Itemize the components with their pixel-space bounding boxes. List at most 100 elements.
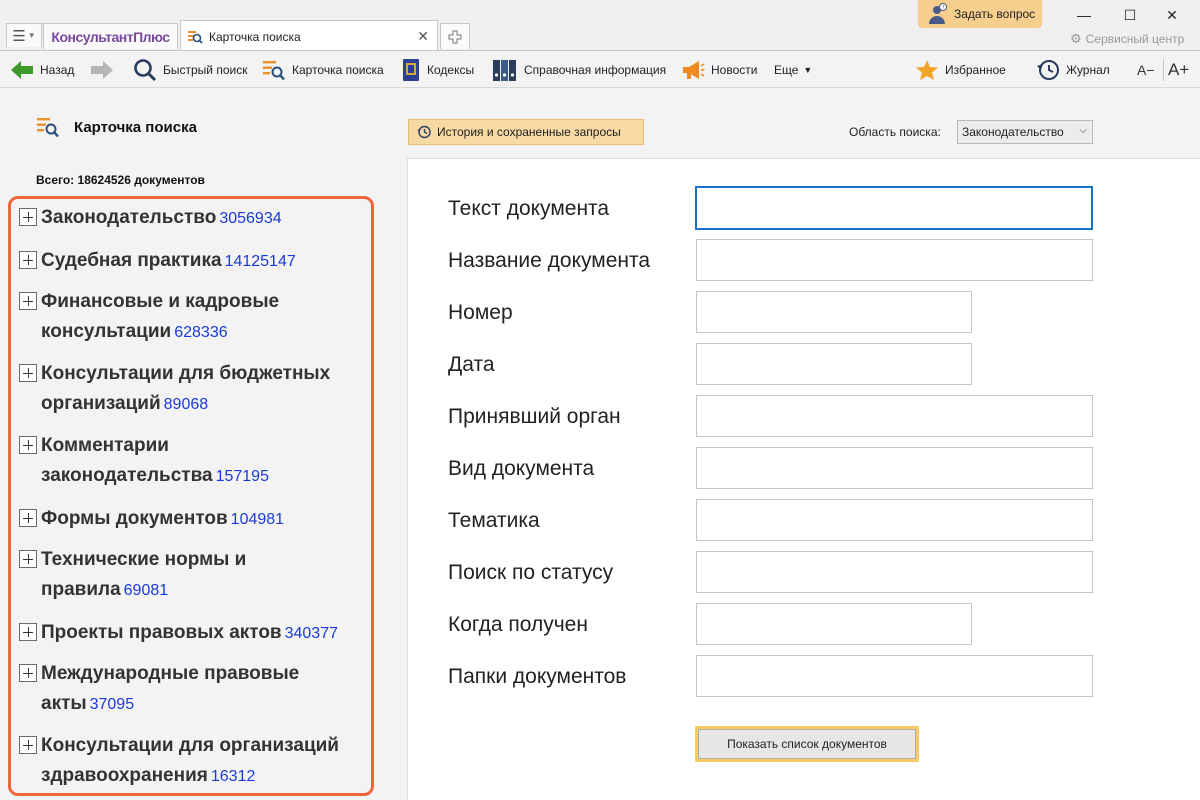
- total-documents: Всего: 18624526 документов: [36, 173, 205, 187]
- search-card-button[interactable]: Карточка поиска: [262, 51, 384, 89]
- codes-button[interactable]: Кодексы: [401, 51, 474, 89]
- plus-icon: [448, 30, 462, 43]
- field-label-received-date: Когда получен: [448, 613, 588, 636]
- categories-panel: Карточка поиска Всего: 18624526 документ…: [0, 88, 392, 800]
- history-saved-queries-button[interactable]: История и сохраненные запросы: [408, 119, 644, 145]
- service-center-link[interactable]: ⚙ Сервисный центр: [1070, 31, 1184, 47]
- topic-input[interactable]: [696, 499, 1093, 541]
- category-item[interactable]: Консультации для бюджетных организаций 89…: [17, 359, 369, 420]
- category-name-cont: организаций: [41, 393, 161, 414]
- categories-list: Законодательство 3056934 Судебная практик…: [8, 196, 374, 796]
- expand-plus-icon[interactable]: [19, 623, 37, 641]
- status-search-input[interactable]: [696, 551, 1093, 593]
- field-label-document-text: Текст документа: [448, 197, 610, 220]
- close-window-button[interactable]: ✕: [1152, 4, 1192, 26]
- category-name: Технические нормы и: [41, 549, 247, 570]
- font-decrease-button[interactable]: A−: [1137, 51, 1155, 89]
- tab-title: Карточка поиска: [209, 30, 301, 44]
- codes-label: Кодексы: [427, 63, 475, 77]
- search-area-select[interactable]: Законодательство ⌵: [957, 120, 1093, 144]
- category-name: Судебная практика: [41, 250, 222, 271]
- category-name: Международные правовые: [41, 663, 300, 684]
- toolbar-divider: [1163, 59, 1164, 81]
- expand-plus-icon[interactable]: [19, 251, 37, 269]
- document-title-input[interactable]: [696, 239, 1093, 281]
- megaphone-icon: [683, 61, 705, 79]
- tab-search-card[interactable]: Карточка поиска ✕: [180, 20, 438, 51]
- new-tab-button[interactable]: [440, 23, 470, 49]
- brand-logo: КонсультантПлюс: [51, 28, 170, 45]
- category-name-cont: законодательства: [41, 465, 213, 486]
- expand-plus-icon[interactable]: [19, 208, 37, 226]
- category-item[interactable]: Формы документов 104981: [17, 504, 369, 535]
- search-card-label: Карточка поиска: [292, 63, 384, 77]
- reference-info-button[interactable]: Справочная информация: [492, 51, 666, 89]
- date-input[interactable]: [696, 343, 972, 385]
- category-item[interactable]: Комментарии законодательства 157195: [17, 431, 369, 492]
- title-bar: ☰ ▼ КонсультантПлюс Карточка поиска ✕ ? З…: [0, 0, 1200, 51]
- document-folders-input[interactable]: [696, 655, 1093, 697]
- number-input[interactable]: [696, 291, 972, 333]
- field-label-topic: Тематика: [448, 509, 540, 532]
- document-type-input[interactable]: [696, 447, 1093, 489]
- category-count: 104981: [230, 511, 285, 528]
- more-menu-button[interactable]: Еще ▼: [774, 51, 812, 89]
- category-item[interactable]: Судебная практика 14125147: [17, 246, 369, 277]
- expand-plus-icon[interactable]: [19, 550, 37, 568]
- font-increase-button[interactable]: A+: [1168, 51, 1189, 89]
- news-label: Новости: [711, 63, 758, 77]
- category-name-cont: акты: [41, 693, 87, 714]
- received-date-input[interactable]: [696, 603, 972, 645]
- expand-plus-icon[interactable]: [19, 292, 37, 310]
- category-count: 16312: [210, 768, 256, 785]
- expand-plus-icon[interactable]: [19, 436, 37, 454]
- favorites-button[interactable]: Избранное: [915, 51, 1006, 89]
- expand-plus-icon[interactable]: [19, 664, 37, 682]
- expand-plus-icon[interactable]: [19, 509, 37, 527]
- category-name-cont: здравоохранения: [41, 765, 208, 786]
- category-name-cont: консультации: [41, 321, 172, 342]
- search-area-value: Законодательство: [962, 125, 1064, 139]
- search-card-icon: [263, 61, 285, 81]
- main-menu-button[interactable]: ☰ ▼: [6, 23, 42, 47]
- category-name: Законодательство: [41, 207, 217, 228]
- chevron-down-icon: ⌵: [1079, 125, 1087, 136]
- category-name: Консультации для организаций: [41, 735, 339, 756]
- back-button[interactable]: Назад: [10, 51, 74, 89]
- forward-button[interactable]: [90, 51, 120, 89]
- category-item[interactable]: Законодательство 3056934: [17, 203, 369, 234]
- show-documents-button[interactable]: Показать список документов: [695, 726, 919, 762]
- document-text-input[interactable]: [695, 186, 1093, 230]
- chevron-down-icon: ▼: [803, 65, 813, 75]
- reference-info-label: Справочная информация: [524, 63, 667, 77]
- field-label-document-title: Название документа: [448, 249, 651, 272]
- category-item[interactable]: Консультации для организаций здравоохран…: [17, 731, 369, 792]
- brand-tab[interactable]: КонсультантПлюс: [43, 23, 178, 49]
- minimize-button[interactable]: —: [1064, 4, 1104, 26]
- back-arrow-icon: [11, 61, 33, 79]
- journal-button[interactable]: Журнал: [1036, 51, 1110, 89]
- maximize-button[interactable]: ☐: [1110, 4, 1150, 26]
- close-tab-icon[interactable]: ✕: [417, 28, 429, 45]
- news-button[interactable]: Новости: [681, 51, 757, 89]
- category-item[interactable]: Проекты правовых актов 340377: [17, 618, 369, 649]
- ask-question-button[interactable]: ? Задать вопрос: [918, 0, 1042, 28]
- category-count: 3056934: [219, 210, 282, 227]
- field-label-document-folders: Папки документов: [448, 665, 627, 688]
- category-count: 14125147: [224, 253, 296, 270]
- issuing-authority-input[interactable]: [696, 395, 1093, 437]
- search-area-label: Область поиска:: [849, 125, 941, 139]
- panel-title-label: Карточка поиска: [74, 118, 197, 136]
- category-count: 628336: [174, 324, 228, 341]
- category-item[interactable]: Финансовые и кадровые консультации 628336: [17, 287, 369, 348]
- consultant-icon: ?: [929, 3, 947, 24]
- quick-search-button[interactable]: Быстрый поиск: [133, 51, 247, 89]
- category-item[interactable]: Технические нормы и правила 69081: [17, 545, 369, 606]
- category-name: Проекты правовых актов: [41, 622, 282, 643]
- category-name: Финансовые и кадровые: [41, 291, 280, 312]
- history-clock-icon: [417, 125, 431, 139]
- expand-plus-icon[interactable]: [19, 736, 37, 754]
- expand-plus-icon[interactable]: [19, 364, 37, 382]
- category-item[interactable]: Международные правовые акты 37095: [17, 659, 369, 720]
- field-label-issuing-authority: Принявший орган: [448, 405, 621, 428]
